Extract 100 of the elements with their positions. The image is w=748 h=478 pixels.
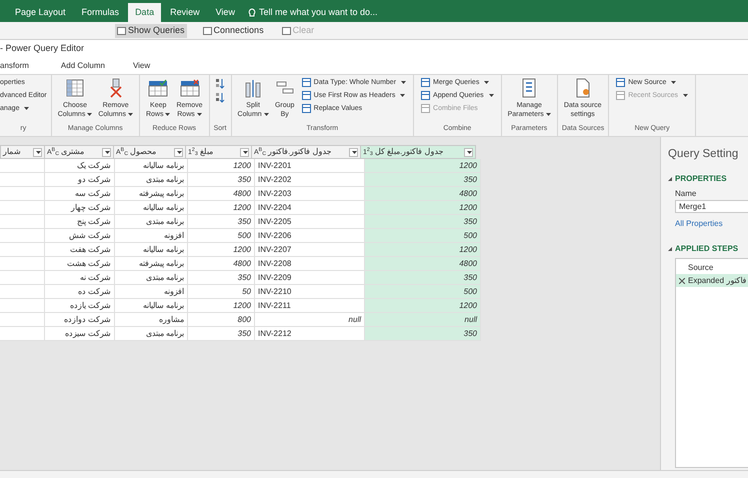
caret-icon — [400, 94, 406, 97]
table-cell: 1200 — [365, 159, 481, 173]
filter-button[interactable] — [174, 148, 183, 156]
table-cell: INV-2207 — [255, 243, 365, 257]
caret-icon — [401, 81, 406, 84]
caret-icon — [36, 150, 41, 154]
collapse-icon[interactable] — [668, 177, 672, 182]
table-cell: شرکت چهار — [45, 201, 115, 215]
caret-icon — [671, 81, 676, 84]
keep-rows-icon — [148, 78, 168, 98]
table-cell: برنامه سالیانه — [115, 243, 188, 257]
command-icon — [421, 91, 430, 100]
caret-icon — [352, 150, 357, 154]
command-icon — [421, 78, 430, 87]
table-cell: افزونه — [115, 229, 188, 243]
table-cell: 500 — [365, 285, 481, 299]
applied-step[interactable]: Expanded فاکتور — [676, 274, 748, 288]
table-cell — [0, 299, 45, 313]
table-cell: 800 — [188, 313, 255, 327]
table-cell — [0, 201, 45, 215]
table-cell: 350 — [365, 327, 481, 341]
table-cell: INV-2212 — [255, 327, 365, 341]
applied-step[interactable]: Source — [676, 261, 748, 274]
table-cell: 4800 — [188, 257, 255, 271]
column-label: جدول فاکتور.مبلغ کل — [374, 146, 444, 158]
table-cell: 350 — [188, 271, 255, 285]
table-cell: برنامه سالیانه — [115, 159, 188, 173]
caret-icon — [546, 113, 551, 116]
table-cell: INV-2203 — [255, 187, 365, 201]
name-field[interactable]: Merge1 — [675, 200, 748, 214]
table-cell: شرکت ده — [45, 285, 115, 299]
tell-me-field[interactable]: Tell me what you want to do... — [258, 6, 378, 20]
caret-icon — [467, 150, 472, 154]
table-cell: INV-2201 — [255, 159, 365, 173]
table-cell: INV-2211 — [255, 299, 365, 313]
excel-tab[interactable]: Formulas — [74, 3, 126, 22]
table-cell: 350 — [188, 327, 255, 341]
table-cell — [0, 187, 45, 201]
sort-ascending-icon[interactable] — [216, 78, 225, 89]
table-cell: 350 — [188, 173, 255, 187]
table-cell: 1200 — [365, 201, 481, 215]
excel-tab[interactable]: Page Layout — [8, 3, 73, 22]
table-cell: 4800 — [365, 257, 481, 271]
ribbon-tab[interactable]: ansform — [0, 60, 47, 72]
table-cell: 1200 — [365, 299, 481, 313]
excel-tab[interactable]: View — [208, 3, 242, 22]
filter-button[interactable] — [464, 148, 473, 156]
table-cell: برنامه مبتدی — [115, 271, 188, 285]
excel-ribbon-button[interactable]: Show Queries — [115, 24, 187, 38]
filter-button[interactable] — [33, 148, 42, 156]
table-cell: INV-2209 — [255, 271, 365, 285]
table-cell: شرکت هشت — [45, 257, 115, 271]
caret-icon — [87, 113, 92, 116]
sort-descending-icon[interactable] — [216, 92, 225, 103]
filter-button[interactable] — [349, 148, 358, 156]
table-cell: 500 — [365, 229, 481, 243]
caret-icon — [165, 113, 170, 116]
section-heading: APPLIED STEPS — [675, 243, 738, 256]
filter-button[interactable] — [102, 148, 111, 156]
lightbulb-icon — [248, 8, 256, 18]
excel-tab[interactable]: Data — [128, 3, 162, 22]
filter-button[interactable] — [240, 148, 249, 156]
table-cell: شرکت پنج — [45, 215, 115, 229]
caret-icon — [105, 150, 110, 154]
table-cell: 1200 — [188, 159, 255, 173]
close-icon[interactable] — [679, 278, 685, 284]
command-icon — [302, 91, 311, 100]
table-cell: null — [365, 313, 481, 327]
ribbon-tab[interactable]: View — [118, 60, 164, 72]
table-cell — [0, 271, 45, 285]
table-cell: برنامه پیشرفته — [115, 257, 188, 271]
table-cell — [0, 159, 45, 173]
table-cell: برنامه سالیانه — [115, 299, 188, 313]
command-icon — [616, 91, 626, 100]
caret-icon — [24, 107, 30, 110]
column-label: محصول — [130, 146, 157, 158]
column-label: مبلغ — [200, 146, 214, 158]
remove-rows-icon — [180, 78, 200, 98]
table-cell: 50 — [188, 285, 255, 299]
window-icon — [202, 26, 212, 34]
table-cell: 4800 — [188, 187, 255, 201]
table-cell: 1200 — [188, 201, 255, 215]
excel-ribbon-button[interactable]: Connections — [200, 24, 266, 38]
table-cell — [0, 285, 45, 299]
table-cell: شرکت یازده — [45, 299, 115, 313]
ribbon-tab[interactable]: Add Column — [46, 60, 119, 72]
caret-icon — [177, 150, 182, 154]
excel-tab[interactable]: Review — [163, 3, 207, 22]
collapse-icon[interactable] — [668, 247, 672, 252]
table-cell: 500 — [188, 229, 255, 243]
table-cell: برنامه سالیانه — [115, 201, 188, 215]
table-cell: شرکت نه — [45, 271, 115, 285]
table-cell: افزونه — [115, 285, 188, 299]
table-cell: شرکت شش — [45, 229, 115, 243]
table-cell: INV-2205 — [255, 215, 365, 229]
window-icon — [282, 26, 291, 34]
column-header[interactable]: شمار — [0, 145, 45, 159]
table-cell: INV-2202 — [255, 173, 365, 187]
table-cell: INV-2210 — [255, 285, 365, 299]
all-properties-link[interactable]: All Properties — [675, 218, 748, 230]
